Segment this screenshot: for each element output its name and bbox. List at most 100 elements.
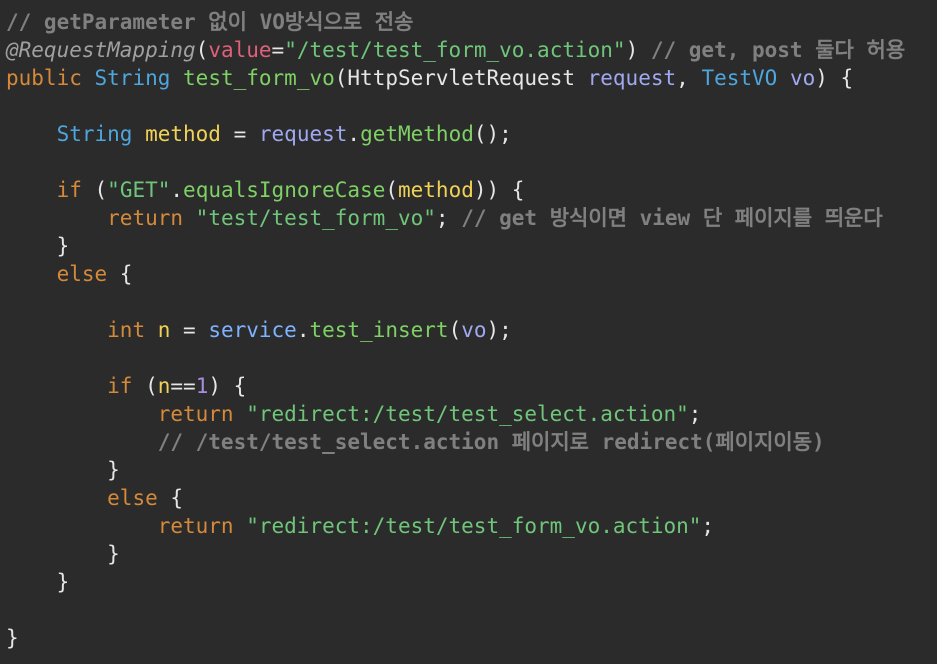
code-token-punct: } xyxy=(6,626,19,650)
code-token-punct: = xyxy=(271,38,285,62)
code-token-number: 1 xyxy=(195,374,209,398)
code-token-punct: { xyxy=(157,486,184,510)
code-token-method: test_form_vo xyxy=(183,66,335,90)
code-line[interactable]: return "redirect:/test/test_select.actio… xyxy=(6,400,937,428)
code-token-string: "test/test_form_vo" xyxy=(195,206,436,230)
code-token-var: n xyxy=(157,374,171,398)
code-token-var: n xyxy=(157,318,171,342)
code-token-comment: // /test/test_select.action 페이지로 redirec… xyxy=(157,430,825,454)
code-token-punct: . xyxy=(170,178,184,202)
code-token-annotation: @RequestMapping xyxy=(6,38,196,62)
code-token-punct: ( xyxy=(334,66,348,90)
code-line[interactable]: if ("GET".equalsIgnoreCase(method)) { xyxy=(6,176,937,204)
code-line[interactable]: // /test/test_select.action 페이지로 redirec… xyxy=(6,428,937,456)
code-line[interactable]: String method = request.getMethod(); xyxy=(6,120,937,148)
code-token-punct: ( xyxy=(132,374,158,398)
code-token-punct: } xyxy=(6,542,120,566)
code-token-string: "/test/test_form_vo.action" xyxy=(284,38,626,62)
code-line[interactable]: } xyxy=(6,456,937,484)
code-token-keyword: if xyxy=(56,178,82,202)
code-token-param: vo xyxy=(789,66,816,90)
code-token-comment: // getParameter xyxy=(6,10,209,34)
code-token-keyword: public xyxy=(6,66,95,90)
code-line[interactable]: } xyxy=(6,232,937,260)
code-token-keyword: return xyxy=(107,206,196,230)
code-token-keyword: if xyxy=(107,374,133,398)
code-token-punct: ; xyxy=(701,514,715,538)
code-token-keyword: else xyxy=(107,486,158,510)
code-token-method: test_insert xyxy=(309,318,449,342)
code-line[interactable] xyxy=(6,288,937,316)
code-token-comment: // get, post 둘다 허용 xyxy=(650,38,906,62)
code-line[interactable] xyxy=(6,148,937,176)
code-token-punct: } xyxy=(6,234,70,258)
code-line[interactable] xyxy=(6,92,937,120)
code-token-punct: } xyxy=(6,570,70,594)
code-token-type: TestVO xyxy=(701,66,790,90)
code-token-punct: ( xyxy=(81,178,108,202)
code-token-comment: // get 방식이면 view 단 페이지를 띄운다 xyxy=(461,206,883,230)
code-token-string: "redirect:/test/test_select.action" xyxy=(246,402,689,426)
code-token-var: method xyxy=(145,122,221,146)
code-token-method: equalsIgnoreCase xyxy=(183,178,386,202)
code-line[interactable]: int n = service.test_insert(vo); xyxy=(6,316,937,344)
code-token-var: method xyxy=(398,178,474,202)
code-token-punct: , xyxy=(676,66,702,90)
code-token-keyword: return xyxy=(157,514,247,538)
code-token-punct: } xyxy=(6,458,120,482)
code-line[interactable]: // getParameter 없이 VO방식으로 전송 xyxy=(6,8,937,36)
code-token-attr: value xyxy=(208,38,272,62)
code-token-param: vo xyxy=(461,318,487,342)
code-token-punct: == xyxy=(170,374,196,398)
code-token-keyword: int xyxy=(107,318,158,342)
code-token-punct: ( xyxy=(195,38,209,62)
code-line[interactable]: else { xyxy=(6,484,937,512)
code-line[interactable]: } xyxy=(6,624,937,652)
code-line[interactable]: else { xyxy=(6,260,937,288)
code-editor[interactable]: // getParameter 없이 VO방식으로 전송 @RequestMapp… xyxy=(0,0,937,664)
code-token-comment: 없이 VO방식으로 전송 xyxy=(208,10,414,34)
code-line[interactable]: public String test_form_vo(HttpServletRe… xyxy=(6,64,937,92)
code-token-plain: HttpServletRequest xyxy=(347,66,588,90)
code-token-param: request xyxy=(587,66,677,90)
code-token-punct: ; xyxy=(435,206,462,230)
code-line[interactable]: if (n==1) { xyxy=(6,372,937,400)
code-token-punct: ) xyxy=(625,38,651,62)
code-token-punct: ( xyxy=(385,178,398,202)
code-token-field: service xyxy=(208,318,297,342)
code-line[interactable]: return "redirect:/test/test_form_vo.acti… xyxy=(6,512,937,540)
code-token-param: request xyxy=(258,122,348,146)
code-token-type: String xyxy=(94,66,184,90)
code-token-punct: ) { xyxy=(208,374,247,398)
code-token-punct: . xyxy=(296,318,310,342)
code-token-punct: { xyxy=(107,262,133,286)
code-token-method: getMethod xyxy=(360,122,474,146)
code-token-type: String xyxy=(56,122,146,146)
code-token-punct: )) { xyxy=(473,178,525,202)
code-token-punct: = xyxy=(220,122,259,146)
code-token-keyword: else xyxy=(56,262,108,286)
code-token-string: "redirect:/test/test_form_vo.action" xyxy=(246,514,702,538)
code-line[interactable] xyxy=(6,344,937,372)
code-token-punct: ; xyxy=(688,402,702,426)
code-token-keyword: return xyxy=(157,402,247,426)
code-line[interactable]: } xyxy=(6,540,937,568)
code-line[interactable]: return "test/test_form_vo"; // get 방식이면 … xyxy=(6,204,937,232)
code-line[interactable]: @RequestMapping(value="/test/test_form_v… xyxy=(6,36,937,64)
code-line[interactable]: } xyxy=(6,568,937,596)
code-token-string: "GET" xyxy=(107,178,171,202)
code-token-punct: = xyxy=(170,318,209,342)
code-token-punct: . xyxy=(347,122,361,146)
code-line[interactable] xyxy=(6,596,937,624)
code-token-punct: ) { xyxy=(815,66,854,90)
